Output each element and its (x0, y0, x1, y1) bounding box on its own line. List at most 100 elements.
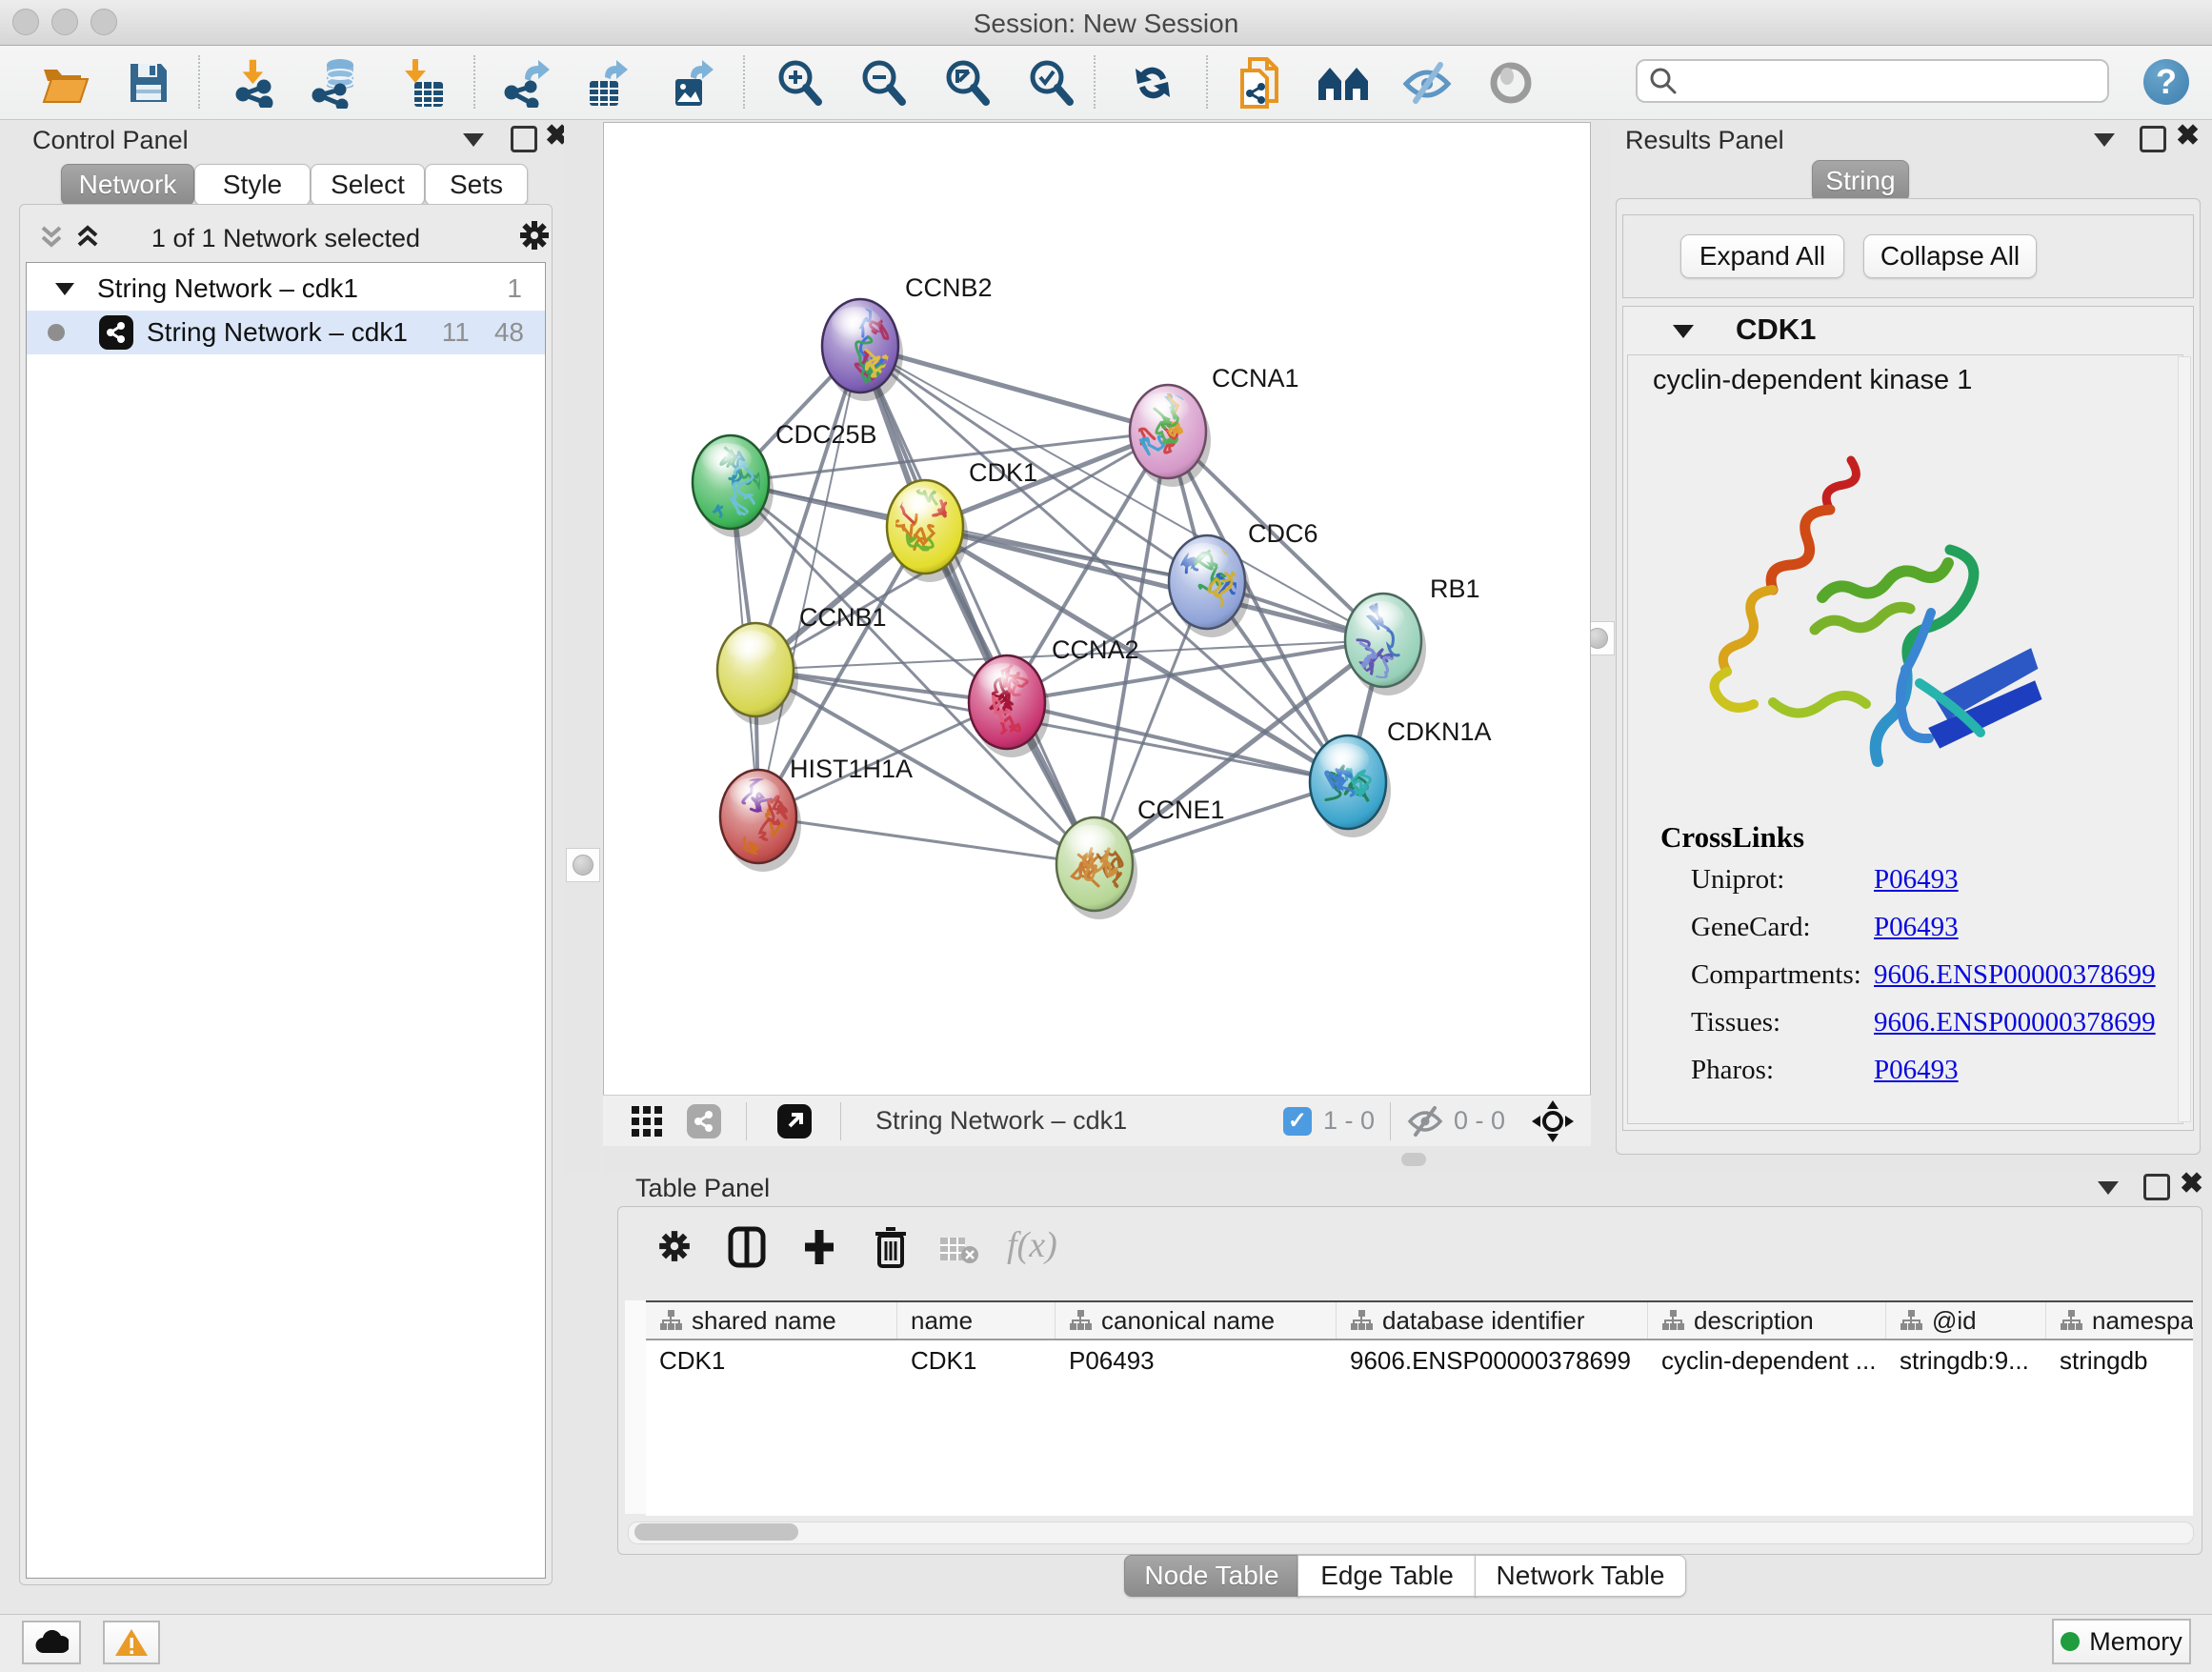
float-panel-button[interactable] (511, 126, 537, 152)
column-header-description[interactable]: description (1648, 1302, 1886, 1339)
tab-select[interactable]: Select (311, 164, 425, 206)
export-table-icon (584, 58, 632, 108)
crosslink-row: GeneCard:P06493 (1691, 912, 2167, 943)
import-network-file-button[interactable] (223, 53, 288, 112)
crosslink-link[interactable]: 9606.ENSP00000378699 (1874, 959, 2156, 991)
crosslink-link[interactable]: P06493 (1874, 1055, 1959, 1086)
warning-status-button[interactable] (103, 1621, 160, 1664)
float-panel-caret-icon[interactable] (2094, 133, 2115, 147)
network-options-gear-icon[interactable] (517, 218, 552, 252)
table-cell[interactable]: 9606.ENSP00000378699 (1337, 1340, 1648, 1380)
selected-nodes-checkbox[interactable]: ✓ (1283, 1107, 1312, 1136)
network-collection-row[interactable]: String Network – cdk1 1 (27, 267, 545, 311)
section-collapse-caret-icon[interactable] (1671, 322, 1696, 341)
cloud-status-button[interactable] (22, 1621, 81, 1664)
refresh-button[interactable] (1120, 53, 1185, 112)
zoom-selected-button[interactable] (1017, 53, 1082, 112)
memory-button[interactable]: Memory (2052, 1619, 2191, 1664)
tab-string[interactable]: String (1812, 160, 1909, 202)
birds-eye-grid-icon[interactable] (630, 1104, 664, 1138)
zoom-in-button[interactable] (766, 53, 831, 112)
string-style-icon[interactable] (687, 1104, 721, 1138)
warning-icon (114, 1627, 149, 1658)
column-header-database-identifier[interactable]: database identifier (1337, 1302, 1648, 1339)
float-panel-caret-icon[interactable] (463, 133, 484, 147)
homes-button[interactable] (1311, 53, 1376, 112)
float-panel-caret-icon[interactable] (2098, 1181, 2119, 1195)
zoom-fit-button[interactable] (934, 53, 998, 112)
crosslink-link[interactable]: P06493 (1874, 864, 1959, 896)
crosslink-link[interactable]: P06493 (1874, 912, 1959, 943)
tab-style[interactable]: Style (194, 164, 311, 206)
close-panel-button[interactable]: ✖ (2176, 126, 2200, 147)
float-panel-button[interactable] (2143, 1174, 2170, 1200)
export-table-button[interactable] (575, 53, 640, 112)
zoom-out-button[interactable] (850, 53, 915, 112)
table-cell[interactable]: P06493 (1056, 1340, 1337, 1380)
horizontal-scrollbar-thumb[interactable] (634, 1523, 798, 1541)
open-in-browser-icon[interactable] (777, 1104, 812, 1138)
tab-edge-table[interactable]: Edge Table (1297, 1555, 1477, 1597)
collapse-all-button[interactable]: Collapse All (1863, 234, 2037, 278)
table-left-gutter[interactable] (625, 1300, 647, 1514)
column-header-shared-name[interactable]: shared name (646, 1302, 897, 1339)
close-window-button[interactable] (12, 9, 39, 35)
tab-sets[interactable]: Sets (425, 164, 528, 206)
hide-eye-button[interactable] (1395, 53, 1459, 112)
hidden-items-eye-icon[interactable] (1406, 1105, 1444, 1138)
import-network-database-button[interactable] (305, 53, 370, 112)
share-file-button[interactable] (1227, 53, 1292, 112)
column-header-name[interactable]: name (897, 1302, 1056, 1339)
results-vertical-scrollbar[interactable] (2178, 356, 2191, 1122)
table-cell[interactable]: cyclin-dependent ... (1648, 1340, 1886, 1380)
delete-trash-icon[interactable] (872, 1224, 910, 1270)
add-row-plus-icon[interactable] (799, 1226, 839, 1268)
column-header--id[interactable]: @id (1886, 1302, 2046, 1339)
column-header-namespace[interactable]: namespace (2046, 1302, 2193, 1339)
network-view-toolbar: String Network – cdk1 ✓ 1 - 0 0 - 0 (603, 1095, 1591, 1147)
search-input[interactable] (1678, 66, 2081, 97)
expand-all-button[interactable]: Expand All (1680, 234, 1844, 278)
zoom-window-button[interactable] (90, 9, 117, 35)
close-panel-button[interactable]: ✖ (2180, 1174, 2203, 1195)
import-network-icon (231, 58, 279, 108)
add-column-icon[interactable] (727, 1226, 767, 1268)
column-type-icon (659, 1309, 682, 1332)
crosslink-row: Uniprot:P06493 (1691, 864, 2167, 896)
table-row[interactable]: CDK1CDK1P064939606.ENSP00000378699cyclin… (646, 1340, 2193, 1380)
minimize-window-button[interactable] (51, 9, 78, 35)
network-canvas[interactable]: CCNB2CCNA1CDC25BCDK1CDC6RB1CCNB1CCNA2CDK… (603, 122, 1591, 1096)
tab-node-table[interactable]: Node Table (1124, 1555, 1299, 1597)
table-cell[interactable]: CDK1 (897, 1340, 1056, 1380)
horizontal-scrollbar[interactable] (628, 1521, 2194, 1544)
collection-expand-caret-icon[interactable] (53, 280, 76, 297)
export-image-button[interactable] (659, 53, 724, 112)
network-current-dot (48, 324, 65, 341)
save-session-button[interactable] (116, 53, 181, 112)
table-cell[interactable]: stringdb (2046, 1340, 2193, 1380)
left-splitter-grip[interactable] (566, 848, 600, 882)
window-title: Session: New Session (974, 9, 1239, 39)
import-table-icon (401, 57, 445, 109)
import-table-button[interactable] (391, 53, 455, 112)
left-splitter[interactable] (564, 122, 600, 1174)
float-panel-button[interactable] (2140, 126, 2166, 152)
export-network-button[interactable] (493, 53, 558, 112)
network-edge-count: 48 (494, 317, 524, 348)
sphere-button[interactable] (1478, 53, 1543, 112)
help-button[interactable]: ? (2143, 59, 2189, 105)
string-results-container: Expand All Collapse All CDK1 cyclin-depe… (1616, 198, 2201, 1155)
tab-network-table[interactable]: Network Table (1475, 1555, 1686, 1597)
open-session-button[interactable] (32, 53, 97, 112)
export-network-icon (502, 58, 550, 108)
network-row-selected[interactable]: String Network – cdk1 11 48 (27, 311, 545, 354)
pan-crosshair-icon[interactable] (1532, 1100, 1574, 1142)
crosslink-link[interactable]: 9606.ENSP00000378699 (1874, 1007, 2156, 1038)
table-gear-icon[interactable] (656, 1228, 693, 1264)
crosslink-row: Tissues:9606.ENSP00000378699 (1691, 1007, 2167, 1038)
bottom-splitter-grip[interactable] (1401, 1153, 1426, 1166)
table-cell[interactable]: stringdb:9... (1886, 1340, 2046, 1380)
tab-network[interactable]: Network (61, 164, 194, 206)
table-cell[interactable]: CDK1 (646, 1340, 897, 1380)
column-header-canonical-name[interactable]: canonical name (1056, 1302, 1337, 1339)
